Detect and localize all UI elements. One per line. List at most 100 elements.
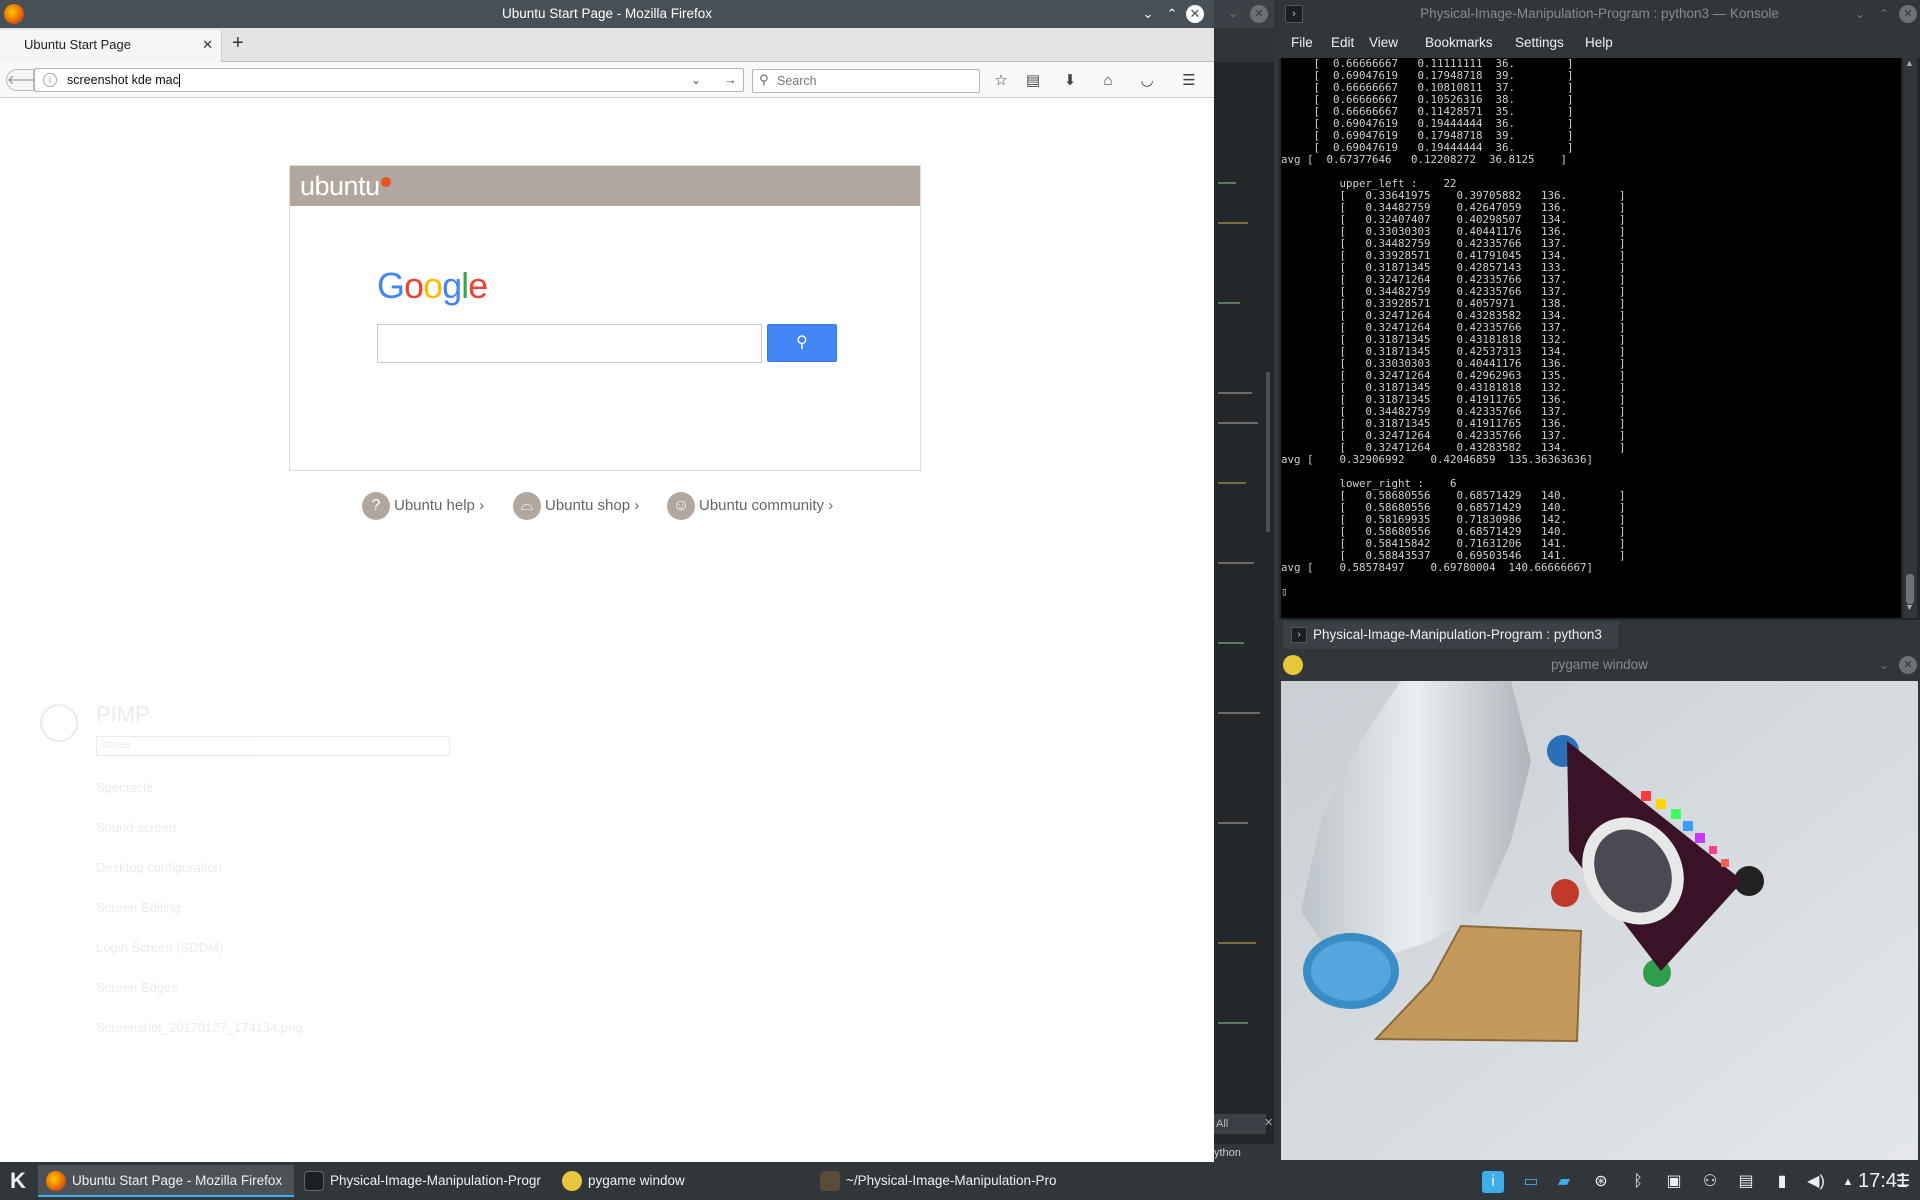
firefox-logo-icon bbox=[4, 4, 24, 24]
konsole-window-title: Physical-Image-Manipulation-Program : py… bbox=[1420, 6, 1779, 21]
firefox-window-title: Ubuntu Start Page - Mozilla Firefox bbox=[501, 6, 713, 21]
terminal-icon bbox=[304, 1171, 324, 1191]
background-editor-window: ⌄ ✕ ▼ All ✕ ython bbox=[1214, 0, 1274, 1162]
task-konsole[interactable]: Physical-Image-Manipulation-Progr bbox=[296, 1165, 552, 1197]
task-firefox[interactable]: Ubuntu Start Page - Mozilla Firefox bbox=[38, 1165, 294, 1197]
kde-launcher-icon[interactable]: K bbox=[4, 1167, 32, 1195]
url-input-value[interactable]: screenshot kde mac bbox=[67, 73, 179, 87]
display-icon[interactable]: ▣ bbox=[1663, 1171, 1685, 1193]
ubuntu-logo: ubuntu bbox=[300, 171, 391, 202]
close-icon[interactable]: ✕ bbox=[1186, 5, 1204, 23]
updates-icon[interactable]: ⊛ bbox=[1590, 1171, 1612, 1193]
close-icon[interactable]: ✕ bbox=[1899, 656, 1917, 674]
network-icon[interactable]: ⚇ bbox=[1699, 1171, 1721, 1193]
task-label: Ubuntu Start Page - Mozilla Firefox bbox=[72, 1173, 283, 1188]
camera-feed[interactable] bbox=[1281, 681, 1918, 1160]
pocket-icon[interactable]: ◡ bbox=[1136, 70, 1158, 92]
minimize-icon[interactable]: ⌄ bbox=[1138, 4, 1158, 24]
ubuntu-header: ubuntu bbox=[290, 166, 920, 206]
folder-icon[interactable]: ▰ bbox=[1553, 1171, 1575, 1193]
ubuntu-search-card: ubuntu Google ⚲ bbox=[289, 165, 921, 471]
menu-hamburger-icon[interactable]: ☰ bbox=[1892, 1171, 1914, 1193]
minimize-icon[interactable]: ⌄ bbox=[1228, 6, 1238, 20]
ubuntu-community-link[interactable]: ☺ Ubuntu community › bbox=[667, 492, 833, 521]
navigation-toolbar: 🡐 i screenshot kde mac ⌄ → ⚲ Search ☆ ▤ … bbox=[0, 62, 1214, 98]
google-search-button[interactable]: ⚲ bbox=[767, 324, 837, 362]
tray-expand-icon[interactable]: ▲ bbox=[1837, 1171, 1859, 1193]
tab-label: Ubuntu Start Page bbox=[24, 37, 131, 52]
close-icon[interactable]: ✕ bbox=[1899, 5, 1917, 23]
ubuntu-shop-link[interactable]: ⌓ Ubuntu shop › bbox=[513, 492, 639, 521]
google-search-input[interactable] bbox=[377, 324, 762, 363]
firefox-icon bbox=[46, 1171, 66, 1191]
pygame-window-title: pygame window bbox=[1551, 657, 1648, 672]
menu-hamburger-icon[interactable]: ☰ bbox=[1178, 70, 1200, 92]
site-info-icon[interactable]: i bbox=[43, 73, 57, 87]
user-avatar-icon bbox=[40, 704, 78, 742]
bluetooth-icon[interactable]: ᛒ bbox=[1627, 1171, 1649, 1193]
battery-icon[interactable]: ▮ bbox=[1771, 1171, 1793, 1193]
konsole-titlebar: › Physical-Image-Manipulation-Program : … bbox=[1279, 0, 1920, 28]
task-label: pygame window bbox=[588, 1173, 685, 1188]
session-tab-label: Physical-Image-Manipulation-Program : py… bbox=[1313, 627, 1602, 642]
downloads-icon[interactable]: ⬇ bbox=[1059, 70, 1081, 92]
konsole-window: › Physical-Image-Manipulation-Program : … bbox=[1279, 0, 1920, 650]
camera-image bbox=[1281, 681, 1918, 1160]
url-dropdown-icon[interactable]: ⌄ bbox=[691, 69, 701, 91]
firefox-tabstrip: Ubuntu Start Page ✕ + bbox=[0, 28, 1214, 62]
ghost-launcher-overlay: PIMP scree Spectacle Sound screen Deskto… bbox=[0, 676, 482, 1160]
editor-titlebar: ⌄ ✕ bbox=[1214, 0, 1274, 28]
close-icon[interactable]: ✕ bbox=[1264, 1116, 1273, 1129]
minimize-icon[interactable]: ⌄ bbox=[1855, 0, 1865, 28]
pygame-snake-icon bbox=[1283, 655, 1303, 675]
firefox-titlebar: Ubuntu Start Page - Mozilla Firefox ⌄ ⌃ … bbox=[0, 0, 1214, 28]
menu-view[interactable]: View bbox=[1369, 35, 1398, 50]
volume-icon[interactable]: ◀) bbox=[1805, 1171, 1827, 1193]
python-label: ython bbox=[1214, 1144, 1274, 1162]
search-icon: ⚲ bbox=[759, 72, 769, 87]
go-arrow-icon[interactable]: → bbox=[724, 69, 737, 91]
task-pygame[interactable]: pygame window bbox=[554, 1165, 810, 1197]
maximize-icon[interactable]: ⌃ bbox=[1162, 4, 1182, 24]
terminal-line: avg [ 0.32906992 0.42046859 135.36363636… bbox=[1281, 453, 1594, 466]
search-box[interactable]: ⚲ Search bbox=[752, 69, 980, 93]
editor-minimap: All ✕ ython bbox=[1214, 62, 1274, 1162]
terminal-line: avg [ 0.58578497 0.69780004 140.66666667… bbox=[1281, 561, 1594, 574]
ghost-item: Screen Edges bbox=[96, 980, 178, 995]
scrollbar-thumb[interactable] bbox=[1906, 574, 1914, 604]
menu-edit[interactable]: Edit bbox=[1331, 35, 1354, 50]
ghost-item: Desktop configuration bbox=[96, 860, 222, 875]
info-icon[interactable]: i bbox=[1482, 1171, 1504, 1193]
ghost-title: PIMP bbox=[96, 702, 150, 727]
terminal-icon: › bbox=[1291, 627, 1307, 643]
url-bar[interactable]: i screenshot kde mac ⌄ → bbox=[34, 68, 744, 92]
bookmark-star-icon[interactable]: ☆ bbox=[990, 70, 1012, 92]
home-icon[interactable]: ⌂ bbox=[1097, 70, 1119, 92]
back-arrow-icon[interactable]: 🡐 bbox=[6, 69, 42, 91]
scrollbar[interactable] bbox=[1266, 372, 1270, 532]
menu-file[interactable]: File bbox=[1291, 35, 1313, 50]
chat-icon[interactable]: ▭ bbox=[1520, 1171, 1542, 1193]
tab-close-icon[interactable]: ✕ bbox=[202, 30, 213, 60]
konsole-session-tab[interactable]: › Physical-Image-Manipulation-Program : … bbox=[1283, 621, 1618, 649]
menu-bookmarks[interactable]: Bookmarks bbox=[1425, 35, 1493, 50]
task-editor[interactable]: ~/Physical-Image-Manipulation-Pro bbox=[812, 1165, 1068, 1197]
reading-list-icon[interactable]: ▤ bbox=[1022, 70, 1044, 92]
ghost-item: Sound screen bbox=[96, 820, 177, 835]
ubuntu-help-link[interactable]: ? Ubuntu help › bbox=[362, 492, 484, 521]
menu-help[interactable]: Help bbox=[1585, 35, 1613, 50]
menu-settings[interactable]: Settings bbox=[1515, 35, 1564, 50]
minimize-icon[interactable]: ⌄ bbox=[1879, 650, 1889, 680]
maximize-icon[interactable]: ⌃ bbox=[1879, 0, 1889, 28]
close-icon[interactable]: ✕ bbox=[1250, 5, 1268, 23]
terminal-line: avg [ 0.67377646 0.12208272 36.8125 ] bbox=[1281, 153, 1568, 166]
google-logo: Google bbox=[377, 265, 488, 306]
clipboard-icon[interactable]: ▤ bbox=[1735, 1171, 1757, 1193]
filter-all-tab[interactable]: All bbox=[1214, 1114, 1266, 1134]
tab-ubuntu-start-page[interactable]: Ubuntu Start Page ✕ bbox=[0, 30, 222, 62]
task-label: ~/Physical-Image-Manipulation-Pro bbox=[846, 1173, 1057, 1188]
scroll-up-icon[interactable]: ▲ bbox=[1905, 58, 1914, 68]
terminal-output[interactable]: [ 0.66666667 0.11111111 36. ] [ 0.690476… bbox=[1281, 58, 1901, 618]
terminal-scrollbar[interactable]: ▲ ▼ bbox=[1903, 58, 1917, 618]
new-tab-plus-icon[interactable]: + bbox=[232, 32, 244, 55]
